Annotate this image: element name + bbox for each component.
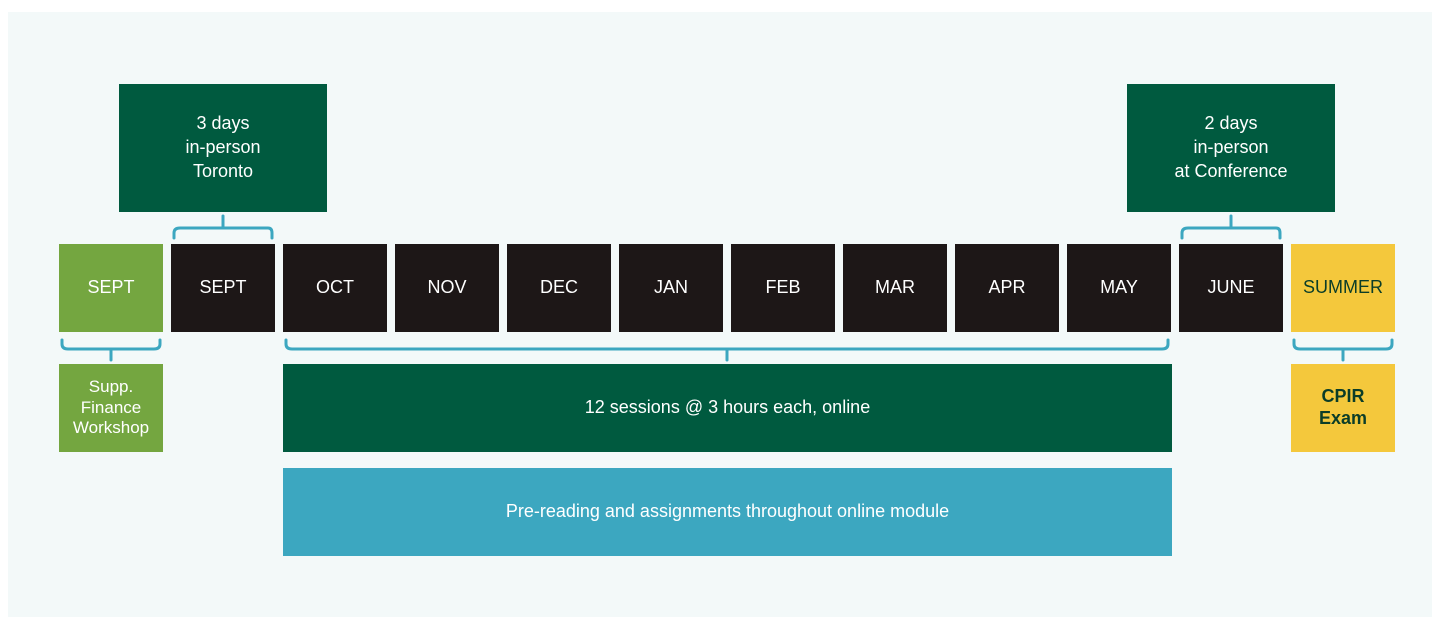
bracket-layer bbox=[60, 214, 1394, 362]
bracket-workshop bbox=[60, 338, 162, 362]
bracket-conference bbox=[1180, 214, 1282, 240]
bracket-sessions bbox=[284, 338, 1170, 362]
bracket-exam bbox=[1292, 338, 1394, 362]
bracket-toronto bbox=[172, 214, 274, 240]
